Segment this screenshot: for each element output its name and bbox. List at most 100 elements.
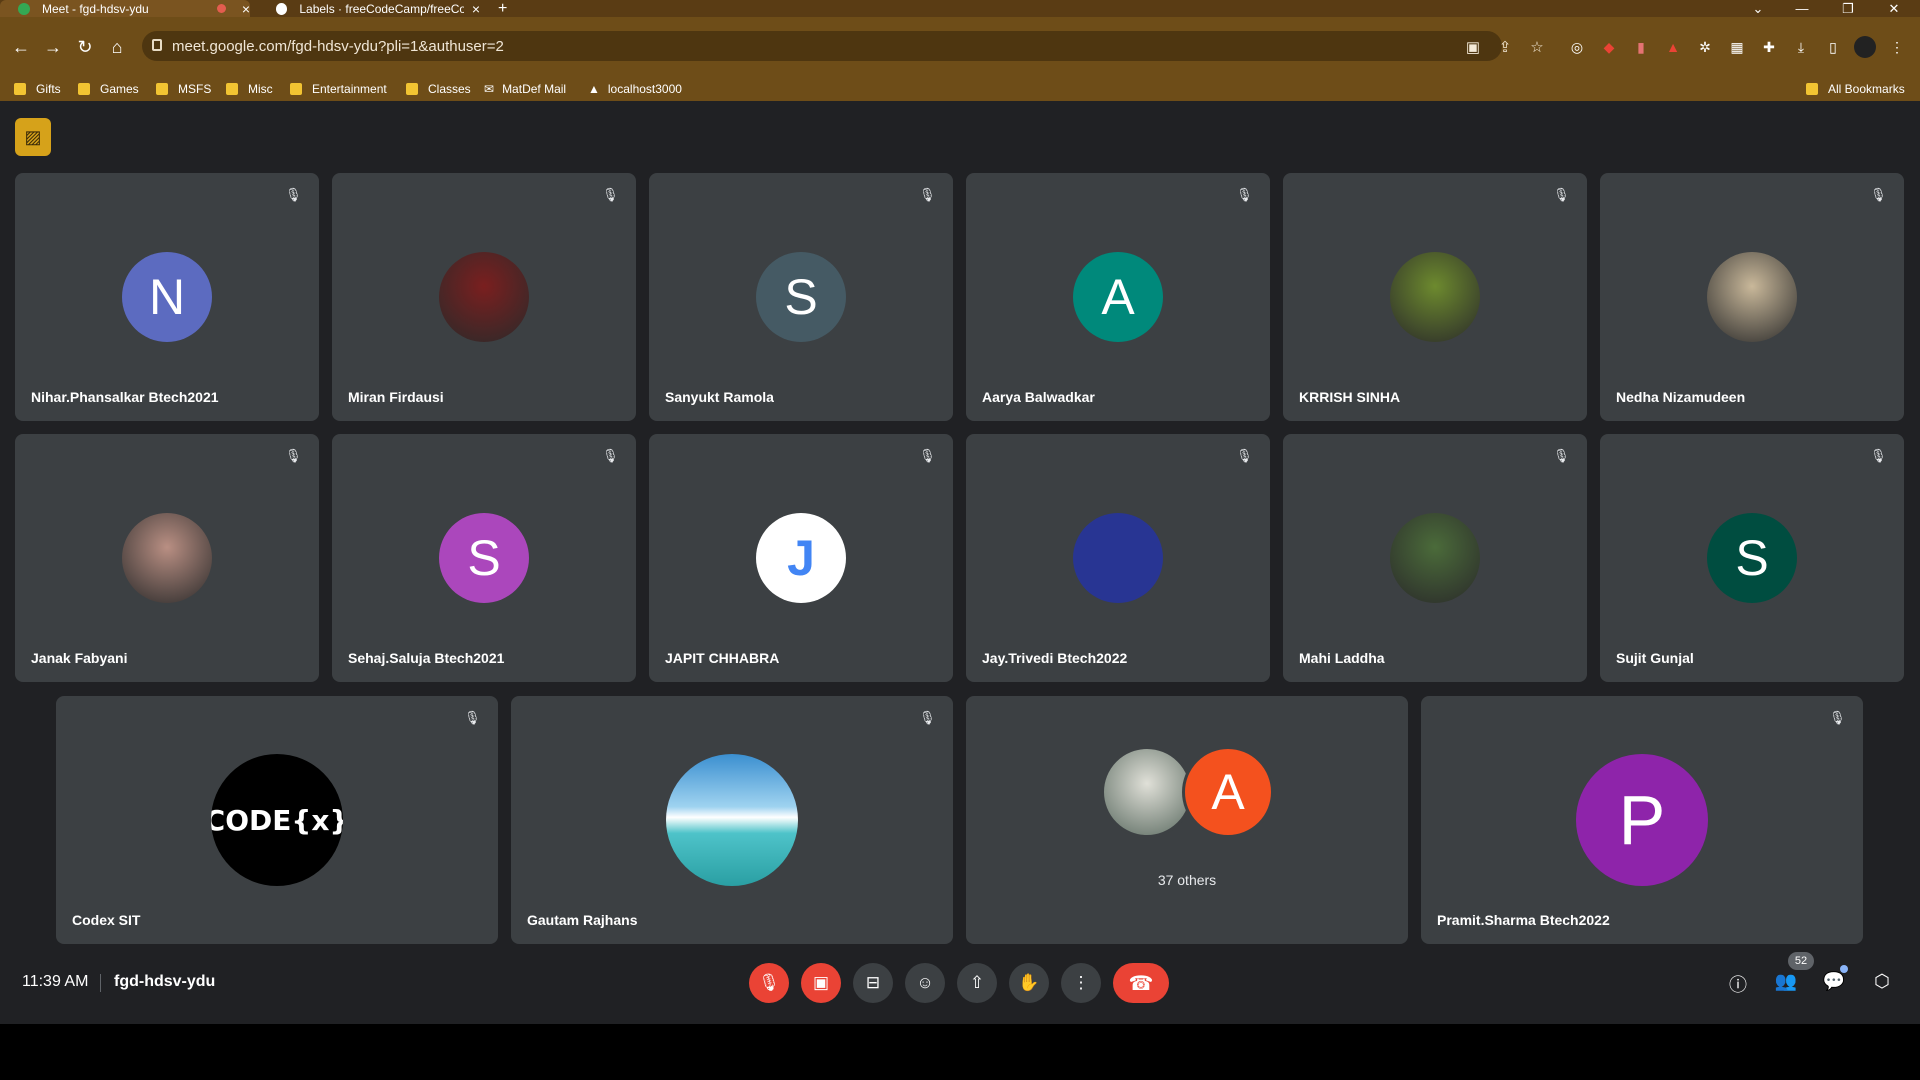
participant-tile[interactable]: 🎙 Mahi Laddha [1283, 434, 1587, 682]
codex-logo: CODE{x} [211, 754, 343, 886]
participant-tile-gautam[interactable]: 🎙 Gautam Rajhans [511, 696, 953, 944]
all-bookmarks[interactable]: All Bookmarks [1806, 77, 1905, 101]
mic-off-icon: 🎙 [1829, 710, 1846, 725]
bookmark-misc[interactable]: Misc [226, 77, 273, 101]
meeting-info-icon[interactable]: ⓘ [1726, 971, 1750, 995]
avatar-initial: N [122, 252, 212, 342]
reactions-button[interactable]: ☺ [905, 963, 945, 1003]
avatar-photo [1390, 252, 1480, 342]
mic-off-icon: 🎙 [758, 973, 780, 992]
emoji-icon: ☺ [916, 973, 934, 992]
extension-gear-icon[interactable]: ✲ [1694, 36, 1716, 58]
tab-search-icon[interactable]: ⌄ [1736, 0, 1780, 17]
chat-notification-dot [1840, 965, 1848, 973]
present-screen-icon: ⇧ [969, 973, 985, 992]
present-button[interactable]: ⇧ [957, 963, 997, 1003]
participant-tile[interactable]: 🎙 Janak Fabyani [15, 434, 319, 682]
bookmark-entertainment[interactable]: Entertainment [290, 77, 387, 101]
github-icon [276, 2, 288, 15]
mic-off-icon: 🎙 [1236, 187, 1253, 202]
extensions-puzzle-icon[interactable]: ✚ [1758, 36, 1780, 58]
participant-tile[interactable]: 🎙 S Sanyukt Ramola [649, 173, 953, 421]
participant-tile[interactable]: 🎙 Miran Firdausi [332, 173, 636, 421]
profile-avatar[interactable] [1854, 36, 1876, 58]
extension-qr-icon[interactable]: ▦ [1726, 36, 1748, 58]
minimize-button[interactable]: — [1780, 0, 1824, 17]
mic-toggle-button[interactable]: 🎙 [749, 963, 789, 1003]
participant-name: Sujit Gunjal [1616, 650, 1694, 666]
chat-icon[interactable]: 💬 [1822, 971, 1846, 995]
avatar-photo [1101, 746, 1193, 838]
localhost-icon: ▲ [588, 82, 600, 96]
bookmark-classes[interactable]: Classes [406, 77, 471, 101]
tab-meet[interactable]: Meet - fgd-hdsv-ydu × [0, 0, 250, 17]
meeting-code: fgd-hdsv-ydu [114, 973, 216, 990]
close-tab-icon[interactable]: × [242, 1, 250, 17]
mic-off-icon: 🎙 [464, 710, 481, 725]
restore-button[interactable]: ❐ [1826, 0, 1870, 17]
avatar-photo [1707, 252, 1797, 342]
participant-tile[interactable]: 🎙 A Aarya Balwadkar [966, 173, 1270, 421]
hand-icon: ✋ [1018, 973, 1040, 992]
participant-name: Mahi Laddha [1299, 650, 1385, 666]
bookmark-gifts[interactable]: Gifts [14, 77, 61, 101]
home-icon[interactable]: ⌂ [98, 17, 136, 77]
avatar-initial: A [1182, 746, 1274, 838]
more-options-button[interactable]: ⋮ [1061, 963, 1101, 1003]
leave-call-button[interactable]: ☎ [1113, 963, 1169, 1003]
share-icon[interactable]: ⇪ [1496, 38, 1514, 56]
participant-name: JAPIT CHHABRA [665, 650, 780, 666]
participant-name: Aarya Balwadkar [982, 389, 1095, 405]
participant-tile[interactable]: 🎙 KRRISH SINHA [1283, 173, 1587, 421]
raise-hand-button[interactable]: ✋ [1009, 963, 1049, 1003]
captions-button[interactable]: ⊟ [853, 963, 893, 1003]
participant-tile[interactable]: 🎙 S Sujit Gunjal [1600, 434, 1904, 682]
participant-tile-codex[interactable]: 🎙 CODE{x} Codex SIT [56, 696, 498, 944]
participant-tile[interactable]: 🎙 S Sehaj.Saluja Btech2021 [332, 434, 636, 682]
extension-pdf-icon[interactable]: ▲ [1662, 36, 1684, 58]
download-icon[interactable]: ⤓ [1790, 36, 1812, 58]
participant-tile[interactable]: 🎙 Nedha Nizamudeen [1600, 173, 1904, 421]
bookmark-star-icon[interactable]: ☆ [1528, 38, 1546, 56]
tab-title: Labels · freeCodeCamp/freeCod [299, 1, 464, 16]
bookmark-localhost[interactable]: ▲ localhost3000 [588, 77, 682, 101]
folder-icon [290, 83, 302, 95]
people-icon[interactable]: 👥 [1774, 971, 1798, 995]
new-tab-button[interactable]: + [498, 0, 507, 17]
participant-tile[interactable]: 🎙 Jay.Trivedi Btech2022 [966, 434, 1270, 682]
side-panel-icon[interactable]: ▯ [1822, 36, 1844, 58]
avatar-initial: J [756, 513, 846, 603]
bookmark-games[interactable]: Games [78, 77, 139, 101]
close-window-button[interactable]: ✕ [1872, 0, 1916, 17]
close-tab-icon[interactable]: × [472, 1, 480, 17]
others-tile[interactable]: A 37 others [966, 696, 1408, 944]
camera-off-toggle-icon[interactable]: ▨ [15, 118, 51, 156]
divider [100, 974, 101, 992]
extension-tab-icon[interactable]: ▮ [1630, 36, 1652, 58]
participant-tile[interactable]: 🎙 J JAPIT CHHABRA [649, 434, 953, 682]
mic-off-icon: 🎙 [1553, 448, 1570, 463]
avatar-initial [1073, 513, 1163, 603]
bookmark-msfs[interactable]: MSFS [156, 77, 211, 101]
menu-kebab-icon[interactable]: ⋮ [1886, 36, 1908, 58]
tab-title: Meet - fgd-hdsv-ydu [42, 1, 149, 16]
activities-icon[interactable]: ⬡ [1870, 971, 1894, 995]
folder-icon [226, 83, 238, 95]
bookmarks-bar [0, 77, 1920, 101]
bookmark-matdef-mail[interactable]: ✉ MatDef Mail [484, 77, 566, 101]
tab-github[interactable]: Labels · freeCodeCamp/freeCod × [258, 0, 480, 17]
avatar-photo [122, 513, 212, 603]
extension-shield-icon[interactable]: ◆ [1598, 36, 1620, 58]
participant-name: Nedha Nizamudeen [1616, 389, 1746, 405]
lock-icon[interactable] [152, 39, 162, 51]
camera-toggle-button[interactable]: ▣ [801, 963, 841, 1003]
camera-icon[interactable]: ▣ [1464, 38, 1482, 56]
participant-name: Sanyukt Ramola [665, 389, 774, 405]
participant-name: Sehaj.Saluja Btech2021 [348, 650, 505, 666]
participant-tile-pramit[interactable]: 🎙 P Pramit.Sharma Btech2022 [1421, 696, 1863, 944]
extension-glasses-icon[interactable]: ◎ [1566, 36, 1588, 58]
camera-off-icon: ▣ [812, 973, 830, 992]
mic-off-icon: 🎙 [919, 710, 936, 725]
participant-tile[interactable]: 🎙 N Nihar.Phansalkar Btech2021 [15, 173, 319, 421]
more-vert-icon: ⋮ [1072, 973, 1090, 992]
